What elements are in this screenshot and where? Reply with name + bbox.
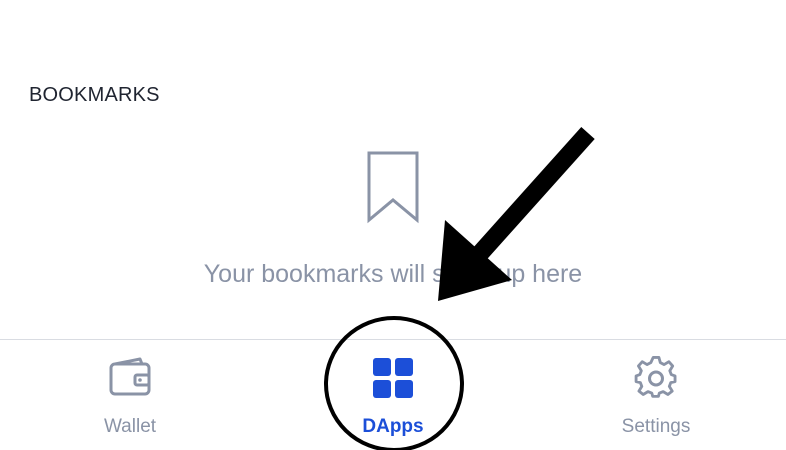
wallet-icon: [109, 357, 151, 396]
grid-icon: [373, 358, 413, 398]
tab-settings[interactable]: Settings: [566, 340, 746, 450]
tab-wallet-label: Wallet: [103, 416, 157, 437]
bottom-tab-bar: Wallet DApps Settings: [0, 339, 786, 450]
tab-dapps-label: DApps: [362, 416, 424, 437]
bookmarks-empty-state: Your bookmarks will show up here: [0, 150, 786, 288]
dapps-browser-screen: BOOKMARKS Your bookmarks will show up he…: [0, 0, 786, 450]
tab-wallet[interactable]: Wallet: [40, 340, 220, 450]
gear-icon: [634, 356, 677, 398]
tab-dapps[interactable]: DApps: [303, 340, 483, 450]
bookmarks-empty-message: Your bookmarks will show up here: [203, 260, 583, 288]
tab-settings-label: Settings: [621, 416, 691, 437]
bookmark-icon: [367, 151, 419, 224]
bookmarks-section-title: BOOKMARKS: [29, 84, 160, 106]
